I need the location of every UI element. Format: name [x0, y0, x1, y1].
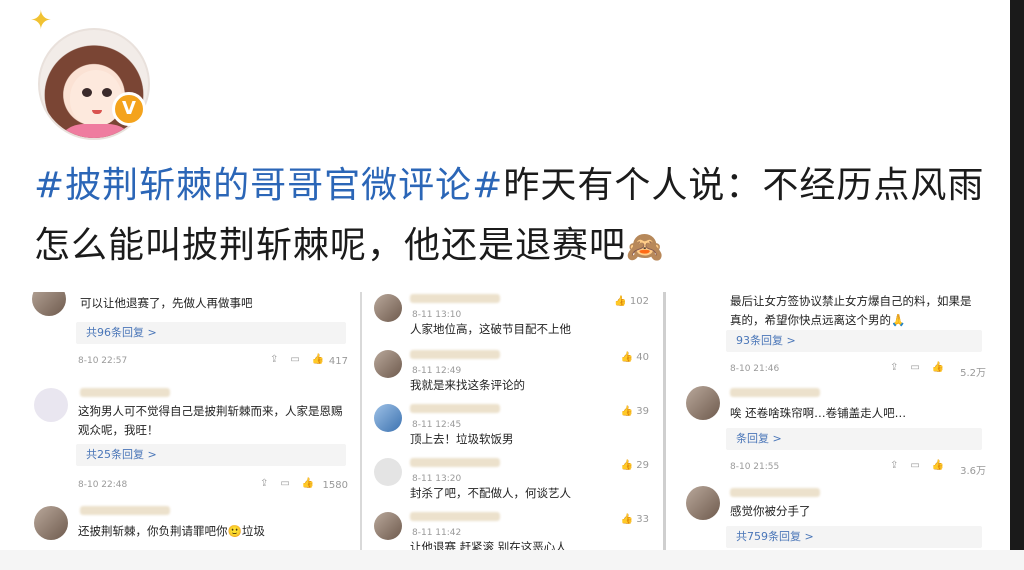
username-blurred	[410, 458, 500, 467]
like-count: 417	[328, 356, 348, 367]
avatar[interactable]	[32, 292, 66, 316]
reply-text: 人家地位高，这破节目配不上他	[410, 322, 571, 336]
share-icon[interactable]: ⇪	[890, 460, 898, 471]
username-blurred	[80, 388, 170, 397]
avatar-eye-icon	[82, 88, 92, 97]
comment-text: 还披荆斩棘，你负荆请罪吧你🙂垃圾	[78, 524, 265, 538]
username-blurred	[410, 350, 500, 359]
screenshot-frame: ✦ V #披荆斩棘的哥哥官微评论#昨天有个人说：不经历点风雨怎么能叫披荆斩棘呢，…	[0, 0, 1024, 570]
username-blurred	[730, 388, 820, 397]
post-text: #披荆斩棘的哥哥官微评论#昨天有个人说：不经历点风雨怎么能叫披荆斩棘呢，他还是退…	[34, 156, 994, 278]
reply-time: 8-11 12:49	[412, 366, 462, 376]
like-icon[interactable]: 👍	[932, 362, 944, 373]
comment-actions: ⇪ ▭ 👍	[878, 460, 944, 471]
avatar[interactable]	[686, 486, 720, 520]
like-count[interactable]: 👍 39	[621, 406, 649, 417]
comment-icon[interactable]: ▭	[910, 460, 919, 471]
comment-text: 可以让他退赛了，先做人再做事吧	[80, 296, 253, 310]
avatar-shirt	[54, 124, 138, 138]
hashtag-link[interactable]: #披荆斩棘的哥哥官微评论#	[34, 165, 503, 206]
reply-time: 8-11 11:42	[412, 528, 462, 538]
comment-screenshot-3: 最后让女方签协议禁止女方爆自己的料，如果是真的，希望你快点远离这个男的🙏 93条…	[686, 292, 996, 550]
username-blurred	[410, 294, 500, 303]
avatar[interactable]	[374, 512, 402, 540]
comment-time: 8-10 21:46	[730, 364, 780, 374]
doodle-icon: ✦	[30, 6, 52, 36]
username-blurred	[80, 506, 170, 515]
monkey-emoji-icon: 🙈	[626, 230, 665, 265]
like-count: 1580	[322, 480, 348, 491]
comment-actions: ⇪ ▭ 👍	[248, 478, 314, 489]
frame-edge	[0, 550, 1024, 570]
reply-text: 让他退赛 赶紧滚 别在这恶心人	[410, 540, 567, 550]
reply-time: 8-11 13:20	[412, 474, 462, 484]
like-count[interactable]: 👍 102	[614, 296, 649, 307]
comment-actions: ⇪ ▭ 👍	[258, 354, 324, 365]
comment-time: 8-10 21:55	[730, 462, 780, 472]
comment-icon[interactable]: ▭	[290, 354, 299, 365]
reply-count-link[interactable]: 共96条回复 >	[76, 322, 346, 344]
avatar[interactable]	[374, 458, 402, 486]
comment-icon[interactable]: ▭	[280, 478, 289, 489]
comment-text: 最后让女方签协议禁止女方爆自己的料，如果是真的，希望你快点远离这个男的🙏	[730, 294, 972, 327]
reply-count-link[interactable]: 共759条回复 >	[726, 526, 982, 548]
comment-text: 唉 还卷啥珠帘啊…卷铺盖走人吧…	[730, 406, 907, 420]
username-blurred	[410, 512, 500, 521]
reply-count-link[interactable]: 共25条回复 >	[76, 444, 346, 466]
avatar[interactable]	[686, 386, 720, 420]
username-blurred	[410, 404, 500, 413]
like-icon: 👍	[620, 406, 637, 417]
avatar-eye-icon	[102, 88, 112, 97]
verified-badge-icon: V	[112, 92, 146, 126]
comment-icon[interactable]: ▭	[910, 362, 919, 373]
like-count[interactable]: 👍 40	[621, 352, 649, 363]
like-count: 5.2万	[960, 368, 986, 379]
comment-text: 感觉你被分手了	[730, 504, 811, 518]
like-icon: 👍	[620, 460, 637, 471]
share-icon[interactable]: ⇪	[890, 362, 898, 373]
comment-text: 这狗男人可不觉得自己是披荆斩棘而来，人家是恩赐观众呢，我旺！	[78, 404, 343, 437]
reply-time: 8-11 13:10	[412, 310, 462, 320]
reply-count-link[interactable]: 条回复 >	[726, 428, 982, 450]
like-icon: 👍	[620, 514, 637, 525]
comment-screenshot-1: 可以让他退赛了，先做人再做事吧 共96条回复 > 8-10 22:57 ⇪ ▭ 👍 …	[30, 292, 350, 550]
like-count[interactable]: 👍 33	[621, 514, 649, 525]
username-blurred	[730, 488, 820, 497]
like-icon[interactable]: 👍	[932, 460, 944, 471]
like-icon[interactable]: 👍	[312, 354, 324, 365]
comment-time: 8-10 22:57	[78, 356, 128, 366]
reply-time: 8-11 12:45	[412, 420, 462, 430]
like-count: 3.6万	[960, 466, 986, 477]
reply-text: 我就是来找这条评论的	[410, 378, 525, 392]
reply-text: 封杀了吧，不配做人，何谈艺人	[410, 486, 571, 500]
avatar[interactable]	[34, 388, 68, 422]
reply-count-link[interactable]: 93条回复 >	[726, 330, 982, 352]
avatar[interactable]	[374, 350, 402, 378]
comment-screenshot-2: 8-11 13:10 人家地位高，这破节目配不上他 👍 102 8-11 12:…	[360, 292, 666, 550]
reply-text: 顶上去！垃圾软饭男	[410, 432, 514, 446]
like-icon: 👍	[620, 352, 637, 363]
share-icon[interactable]: ⇪	[260, 478, 268, 489]
like-icon[interactable]: 👍	[302, 478, 314, 489]
comment-time: 8-10 22:48	[78, 480, 128, 490]
frame-edge	[1010, 0, 1024, 570]
avatar[interactable]	[374, 404, 402, 432]
like-icon: 👍	[614, 296, 630, 307]
avatar[interactable]	[374, 294, 402, 322]
avatar[interactable]	[34, 506, 68, 540]
comment-actions: ⇪ ▭ 👍	[878, 362, 944, 373]
share-icon[interactable]: ⇪	[270, 354, 278, 365]
like-count[interactable]: 👍 29	[621, 460, 649, 471]
